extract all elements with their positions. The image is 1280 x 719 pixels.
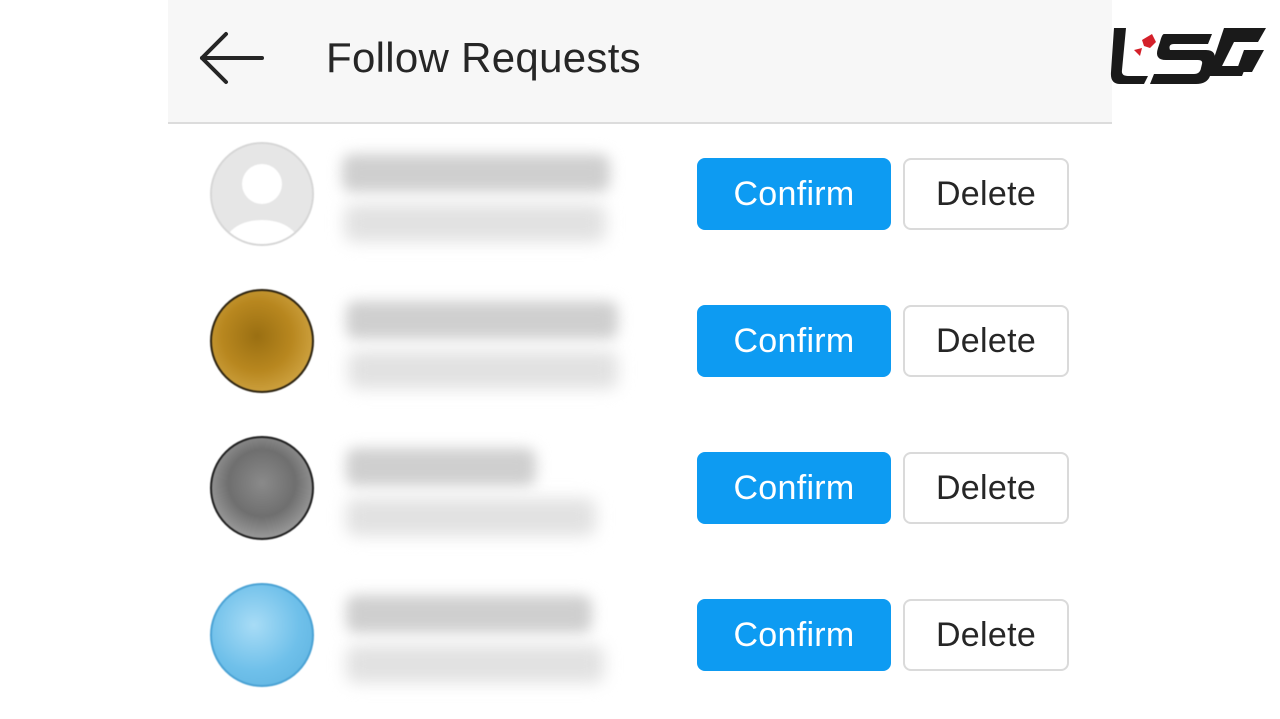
photo-avatar[interactable] xyxy=(210,436,314,540)
photo-avatar[interactable] xyxy=(210,583,314,687)
username-text xyxy=(342,154,610,192)
username-text xyxy=(346,448,536,486)
full-name-text xyxy=(348,351,618,389)
site-logo xyxy=(1108,20,1268,90)
back-button[interactable] xyxy=(196,26,268,90)
full-name-text xyxy=(346,498,596,536)
delete-button[interactable]: Delete xyxy=(903,452,1069,524)
confirm-button[interactable]: Confirm xyxy=(697,158,891,230)
username-text xyxy=(346,301,618,339)
photo-avatar[interactable] xyxy=(210,289,314,393)
full-name-text xyxy=(344,204,606,242)
list-item: Confirm Delete xyxy=(168,418,1112,558)
confirm-button[interactable]: Confirm xyxy=(697,599,891,671)
confirm-button[interactable]: Confirm xyxy=(697,305,891,377)
follow-requests-screen: Follow Requests Confirm Delete Confirm D… xyxy=(0,0,1280,719)
username-text xyxy=(346,595,592,633)
page-title: Follow Requests xyxy=(326,34,641,81)
list-item: Confirm Delete xyxy=(168,124,1112,264)
list-item: Confirm Delete xyxy=(168,565,1112,705)
header-bar: Follow Requests xyxy=(168,0,1112,124)
list-item: Confirm Delete xyxy=(168,271,1112,411)
delete-button[interactable]: Delete xyxy=(903,158,1069,230)
delete-button[interactable]: Delete xyxy=(903,599,1069,671)
full-name-text xyxy=(346,645,604,683)
delete-button[interactable]: Delete xyxy=(903,305,1069,377)
arrow-left-icon xyxy=(200,32,264,84)
default-avatar-icon[interactable] xyxy=(210,142,314,246)
confirm-button[interactable]: Confirm xyxy=(697,452,891,524)
